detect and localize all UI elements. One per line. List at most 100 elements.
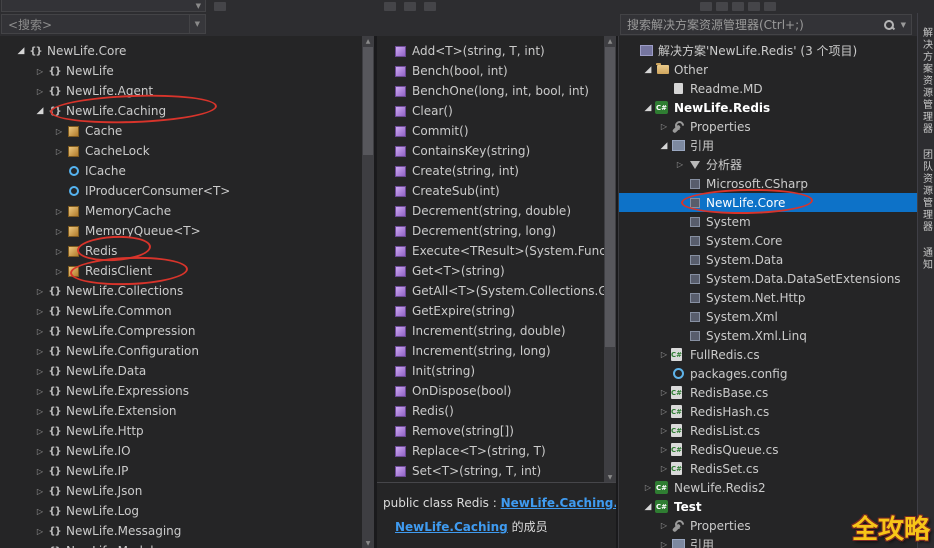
- scroll-down-icon[interactable]: ▼: [604, 472, 616, 482]
- solution-item-row[interactable]: ▷C#RedisQueue.cs: [619, 440, 917, 459]
- expand-arrow-icon[interactable]: ▷: [657, 122, 671, 131]
- member-item-row[interactable]: Add<T>(string, T, int): [377, 41, 616, 61]
- browser-item-row[interactable]: ▷{}NewLife.Http: [0, 421, 374, 441]
- solution-item-row[interactable]: Readme.MD: [619, 79, 917, 98]
- toolbar-icon[interactable]: [424, 2, 436, 11]
- chevron-down-icon[interactable]: ▼: [896, 21, 911, 29]
- solution-item-row[interactable]: ▷C#RedisList.cs: [619, 421, 917, 440]
- expand-arrow-icon[interactable]: ▷: [33, 427, 47, 436]
- browser-item-row[interactable]: ▷Redis: [0, 241, 374, 261]
- member-item-row[interactable]: GetExpire(string): [377, 301, 616, 321]
- browser-item-row[interactable]: ▷{}NewLife.Collections: [0, 281, 374, 301]
- object-browser-scrollbar[interactable]: ▲ ▼: [362, 36, 374, 548]
- expand-arrow-icon[interactable]: ▷: [33, 347, 47, 356]
- browser-item-row[interactable]: ▷{}NewLife.Expressions: [0, 381, 374, 401]
- member-item-row[interactable]: Remove(string[]): [377, 421, 616, 441]
- solution-item-row[interactable]: System.Net.Http: [619, 288, 917, 307]
- scroll-up-icon[interactable]: ▲: [604, 36, 616, 46]
- expand-arrow-icon[interactable]: ▷: [33, 387, 47, 396]
- solution-item-row[interactable]: System.Core: [619, 231, 917, 250]
- collapse-arrow-icon[interactable]: ◢: [14, 46, 28, 56]
- browser-item-row[interactable]: ▷{}NewLife.Log: [0, 501, 374, 521]
- solution-item-row[interactable]: packages.config: [619, 364, 917, 383]
- expand-arrow-icon[interactable]: ▷: [657, 464, 671, 473]
- toolbar-icon[interactable]: [764, 2, 776, 11]
- scroll-up-icon[interactable]: ▲: [362, 36, 374, 46]
- solution-item-row[interactable]: System: [619, 212, 917, 231]
- expand-arrow-icon[interactable]: ▷: [33, 507, 47, 516]
- toolbar-icon[interactable]: [748, 2, 760, 11]
- solution-item-row[interactable]: ▷C#RedisHash.cs: [619, 402, 917, 421]
- collapse-arrow-icon[interactable]: ◢: [33, 106, 47, 116]
- collapse-arrow-icon[interactable]: ◢: [641, 65, 655, 75]
- browser-item-row[interactable]: ▷CacheLock: [0, 141, 374, 161]
- browser-item-row[interactable]: ▷{}NewLife.Compression: [0, 321, 374, 341]
- browser-item-row[interactable]: ▷{}NewLife.Data: [0, 361, 374, 381]
- member-item-row[interactable]: Commit(): [377, 121, 616, 141]
- browser-item-row[interactable]: ▷{}NewLife.Common: [0, 301, 374, 321]
- browser-item-row[interactable]: ICache: [0, 161, 374, 181]
- expand-arrow-icon[interactable]: ▷: [673, 160, 687, 169]
- solution-item-row[interactable]: ▷C#FullRedis.cs: [619, 345, 917, 364]
- solution-item-row[interactable]: Microsoft.CSharp: [619, 174, 917, 193]
- browser-item-row[interactable]: ▷{}NewLife.Agent: [0, 81, 374, 101]
- object-browser-search-combobox[interactable]: <搜索> ▼: [1, 14, 206, 34]
- browser-item-row[interactable]: ▷Cache: [0, 121, 374, 141]
- expand-arrow-icon[interactable]: ▷: [657, 388, 671, 397]
- solution-item-row[interactable]: 解决方案'NewLife.Redis' (3 个项目): [619, 41, 917, 60]
- member-item-row[interactable]: Bench(bool, int): [377, 61, 616, 81]
- browser-item-row[interactable]: ▷{}NewLife.IP: [0, 461, 374, 481]
- collapse-arrow-icon[interactable]: ◢: [657, 141, 671, 151]
- toolbar-icon[interactable]: [716, 2, 728, 11]
- scrollbar-thumb[interactable]: [605, 47, 615, 347]
- member-item-row[interactable]: ContainsKey(string): [377, 141, 616, 161]
- browser-item-row[interactable]: ▷RedisClient: [0, 261, 374, 281]
- browser-item-row[interactable]: IProducerConsumer<T>: [0, 181, 374, 201]
- expand-arrow-icon[interactable]: ▷: [33, 67, 47, 76]
- member-item-row[interactable]: Set<T>(string, T, int): [377, 461, 616, 481]
- chevron-down-icon[interactable]: ▼: [189, 15, 205, 33]
- member-item-row[interactable]: Get<T>(string): [377, 261, 616, 281]
- base-class-link[interactable]: NewLife.Caching.: [501, 496, 616, 510]
- expand-arrow-icon[interactable]: ▷: [52, 127, 66, 136]
- browser-item-row[interactable]: ◢{}NewLife.Core: [0, 41, 374, 61]
- browser-item-row[interactable]: ▷{}NewLife: [0, 61, 374, 81]
- solution-item-row[interactable]: ▷C#RedisSet.cs: [619, 459, 917, 478]
- solution-item-row[interactable]: ▷Properties: [619, 117, 917, 136]
- solution-item-row[interactable]: System.Data.DataSetExtensions: [619, 269, 917, 288]
- expand-arrow-icon[interactable]: ▷: [33, 527, 47, 536]
- collapse-arrow-icon[interactable]: ◢: [641, 103, 655, 113]
- member-item-row[interactable]: Execute<TResult>(System.Func<N: [377, 241, 616, 261]
- side-tab[interactable]: 团队资源管理器: [919, 149, 934, 233]
- expand-arrow-icon[interactable]: ▷: [657, 426, 671, 435]
- search-icon[interactable]: [882, 18, 896, 32]
- expand-arrow-icon[interactable]: ▷: [657, 350, 671, 359]
- expand-arrow-icon[interactable]: ▷: [657, 521, 671, 530]
- expand-arrow-icon[interactable]: ▷: [52, 247, 66, 256]
- solution-item-row[interactable]: System.Xml.Linq: [619, 326, 917, 345]
- browser-item-row[interactable]: ◢{}NewLife.Caching: [0, 101, 374, 121]
- expand-arrow-icon[interactable]: ▷: [33, 287, 47, 296]
- member-item-row[interactable]: Replace<T>(string, T): [377, 441, 616, 461]
- member-item-row[interactable]: Create(string, int): [377, 161, 616, 181]
- side-tab[interactable]: 解决方案资源管理器: [919, 27, 934, 135]
- expand-arrow-icon[interactable]: ▷: [52, 267, 66, 276]
- browser-item-row[interactable]: ▷{}NewLife.Extension: [0, 401, 374, 421]
- expand-arrow-icon[interactable]: ▷: [33, 407, 47, 416]
- expand-arrow-icon[interactable]: ▷: [641, 483, 655, 492]
- solution-explorer-search[interactable]: ▼: [620, 14, 912, 35]
- browse-scope-combobox[interactable]: ▼: [1, 0, 206, 12]
- toolbar-icon[interactable]: [700, 2, 712, 11]
- toolbar-icon[interactable]: [732, 2, 744, 11]
- solution-search-input[interactable]: [621, 18, 882, 32]
- browser-item-row[interactable]: ▷{}NewLife.Model: [0, 541, 374, 548]
- expand-arrow-icon[interactable]: ▷: [657, 407, 671, 416]
- expand-arrow-icon[interactable]: ▷: [33, 367, 47, 376]
- solution-item-row[interactable]: ◢Other: [619, 60, 917, 79]
- scrollbar-thumb[interactable]: [363, 47, 373, 155]
- scroll-down-icon[interactable]: ▼: [362, 538, 374, 548]
- browser-item-row[interactable]: ▷{}NewLife.Json: [0, 481, 374, 501]
- expand-arrow-icon[interactable]: ▷: [33, 307, 47, 316]
- expand-arrow-icon[interactable]: ▷: [33, 447, 47, 456]
- solution-item-row[interactable]: ◢引用: [619, 136, 917, 155]
